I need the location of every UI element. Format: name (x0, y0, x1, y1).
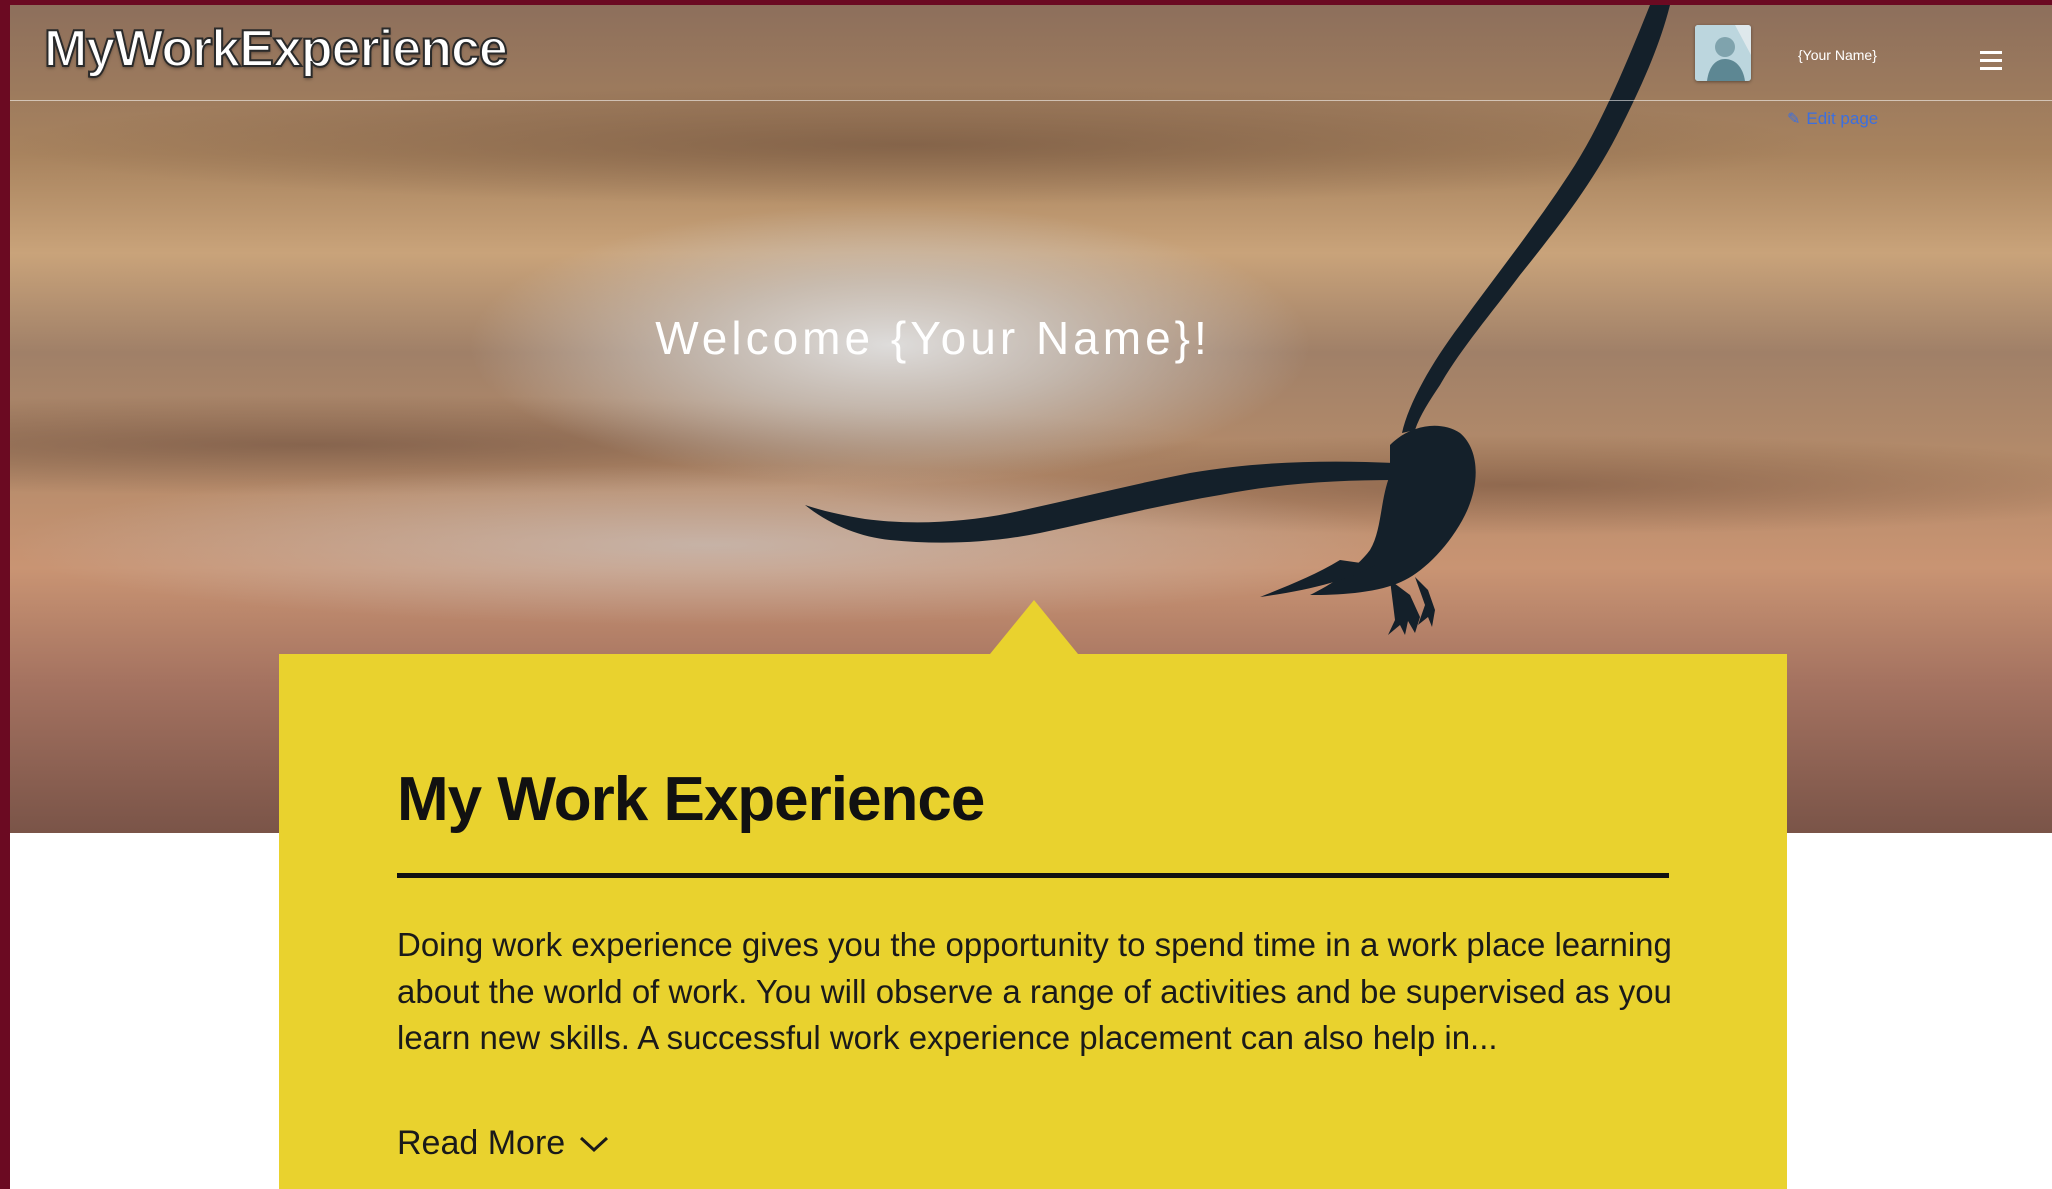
top-navigation-bar: MyWorkExperience {Your Name} (10, 5, 2052, 101)
title-divider (397, 873, 1669, 878)
menu-bar (1980, 59, 2002, 62)
pencil-icon: ✎ (1787, 111, 1801, 128)
menu-bar (1980, 51, 2002, 54)
user-avatar-icon[interactable] (1695, 25, 1751, 81)
hamburger-menu-icon[interactable] (1980, 51, 2004, 71)
site-logo[interactable]: MyWorkExperience (43, 19, 509, 79)
welcome-text: Welcome {Your Name}! (655, 312, 1211, 364)
edit-page-link[interactable]: ✎ Edit page (1787, 109, 1878, 129)
page-frame: MyWorkExperience {Your Name} ✎ Edit page… (10, 5, 2052, 1189)
card-description: Doing work experience gives you the oppo… (397, 926, 1672, 1056)
welcome-heading: Welcome {Your Name}! (10, 311, 2049, 365)
card-pointer (990, 600, 1078, 654)
read-more-label: Read More (397, 1124, 566, 1162)
chevron-down-icon (580, 1136, 609, 1152)
menu-bar (1980, 67, 2002, 70)
user-name-label[interactable]: {Your Name} (1798, 47, 1877, 63)
read-more-button[interactable]: Read More (397, 1124, 609, 1163)
work-experience-card: My Work Experience Doing work experience… (279, 600, 1787, 1189)
edit-page-label: Edit page (1806, 109, 1879, 128)
card-title: My Work Experience (397, 765, 985, 834)
avatar-image (1695, 25, 1751, 81)
